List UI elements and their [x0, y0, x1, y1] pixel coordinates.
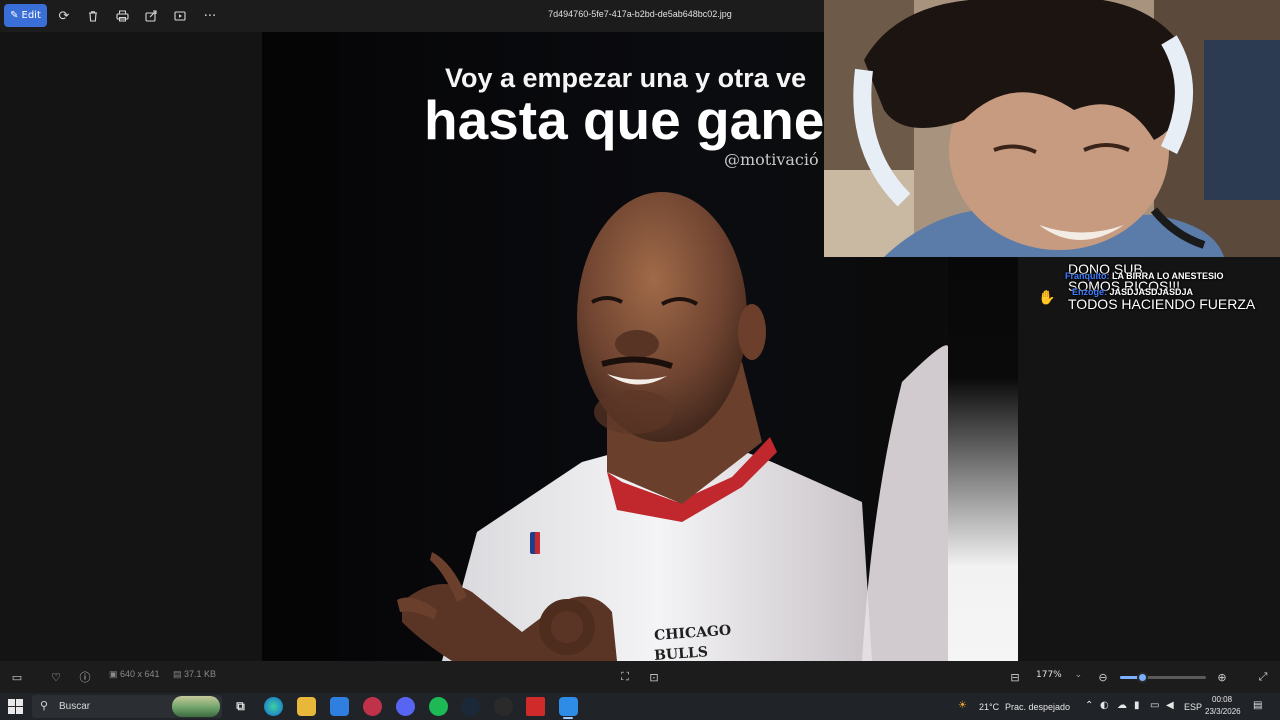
- windows-logo-icon: [8, 699, 15, 706]
- cloud-icon[interactable]: ☁: [1117, 700, 1127, 711]
- weather-icon[interactable]: ☀: [958, 700, 967, 711]
- fit-icon: ⛶: [621, 670, 629, 683]
- zoom-slider[interactable]: [1120, 672, 1206, 683]
- fullscreen-fit-button[interactable]: ⊟: [1007, 669, 1023, 685]
- slideshow-icon: [174, 11, 186, 21]
- zoom-dropdown[interactable]: 177% ⌄: [1036, 670, 1082, 680]
- tray-chevron-icon[interactable]: ⌃: [1085, 700, 1093, 711]
- delete-icon: [89, 11, 97, 22]
- filmstrip-icon: ▭: [11, 670, 23, 684]
- actual-size-button[interactable]: ⊡: [646, 669, 662, 685]
- obs-icon[interactable]: [494, 697, 513, 716]
- weather-description[interactable]: Prac. despejado: [1005, 702, 1070, 712]
- frame-icon: ⊟: [1010, 670, 1020, 684]
- share-icon: [145, 10, 157, 22]
- heart-icon: ♡: [51, 670, 61, 684]
- webcam-feed: [824, 0, 1280, 257]
- rotate-icon: ⟳: [58, 8, 70, 24]
- zoom-out-icon: ⊖: [1098, 670, 1108, 684]
- print-button[interactable]: [110, 4, 134, 28]
- more-button[interactable]: ···: [198, 4, 222, 28]
- file-explorer-icon[interactable]: [297, 697, 316, 716]
- task-view-icon: ⧉: [236, 699, 245, 713]
- info-icon: ⓘ: [79, 671, 91, 684]
- opera-icon[interactable]: [363, 697, 382, 716]
- notifications-icon[interactable]: ▤: [1253, 700, 1262, 711]
- photos-icon[interactable]: [559, 697, 578, 716]
- print-icon: [115, 10, 129, 22]
- stream-chat-overlay: DONO SUB SOMOS RICOS!!! TODOS HACIENDO F…: [1062, 261, 1280, 321]
- file-size: ▤ 37.1 KB: [173, 669, 216, 680]
- image-dimensions: ▣ 640 x 641: [109, 669, 160, 680]
- spotify-icon[interactable]: [429, 697, 448, 716]
- volume-icon[interactable]: ◀: [1166, 700, 1174, 711]
- zoom-in-button[interactable]: ⊕: [1214, 669, 1230, 685]
- chat-text: JASDJASDJASDJA: [1109, 287, 1194, 297]
- edge-icon[interactable]: [264, 697, 283, 716]
- clock-date[interactable]: 23/3/2026: [1205, 707, 1241, 716]
- task-view-button[interactable]: ⧉: [231, 697, 250, 716]
- watermark-handle: @motivació: [724, 150, 819, 169]
- favorite-button[interactable]: ♡: [48, 669, 64, 685]
- chevron-down-icon: ⌄: [1074, 670, 1083, 680]
- rotate-button[interactable]: ⟳: [52, 4, 76, 28]
- clock-time[interactable]: 00:08: [1212, 695, 1232, 704]
- search-highlight-image: [172, 696, 220, 717]
- chat-username: Enzoge:: [1072, 287, 1107, 297]
- taskbar-search[interactable]: ⚲ Buscar: [32, 695, 222, 718]
- chat-message: Enzoge: JASDJASDJASDJA: [1072, 287, 1193, 297]
- store-icon[interactable]: [330, 697, 349, 716]
- share-button[interactable]: [139, 4, 163, 28]
- zoom-slider-thumb[interactable]: [1136, 672, 1148, 683]
- bottom-info-bar: ▭ ♡ ⓘ ▣ 640 x 641 ▤ 37.1 KB ⛶ ⊡ ⊟ 177% ⌄: [0, 661, 1280, 693]
- language-indicator[interactable]: ESP: [1184, 702, 1202, 712]
- game-app-icon[interactable]: [526, 697, 545, 716]
- file-size-value: 37.1 KB: [184, 669, 217, 679]
- edit-icon: ✎: [10, 10, 19, 21]
- chat-message: Franquito: LA BIRRA LO ANESTESIO: [1065, 271, 1224, 281]
- dimensions-icon: ▣: [109, 669, 118, 679]
- discord-icon[interactable]: [396, 697, 415, 716]
- quote-line-2: hasta que gane: [424, 89, 825, 151]
- chat-username: Franquito:: [1065, 271, 1110, 281]
- weather-temp[interactable]: 21°C: [979, 702, 999, 712]
- streamer-webcam: [824, 0, 1280, 257]
- jersey-text-bulls: BULLS: [654, 644, 709, 661]
- zoom-out-button[interactable]: ⊖: [1095, 669, 1111, 685]
- tray-app-icon[interactable]: ◐: [1100, 700, 1109, 711]
- active-app-indicator: [563, 717, 573, 719]
- hand-cursor-icon: ✋: [1038, 290, 1056, 306]
- more-icon: ···: [203, 8, 217, 24]
- network-icon[interactable]: ▭: [1150, 700, 1159, 711]
- chat-text: LA BIRRA LO ANESTESIO: [1112, 271, 1224, 281]
- fit-to-window-button[interactable]: ⛶: [617, 669, 633, 685]
- search-icon: ⚲: [40, 699, 49, 712]
- windows-taskbar: ⚲ Buscar ⧉ ☀ 21°C Prac. despejado ⌃ ◐ ☁ …: [0, 693, 1280, 720]
- expand-button[interactable]: ⤢: [1255, 669, 1271, 685]
- info-button[interactable]: ⓘ: [77, 669, 93, 685]
- start-button[interactable]: [8, 699, 23, 714]
- expand-icon: ⤢: [1258, 670, 1268, 683]
- zoom-value: 177%: [1036, 670, 1062, 680]
- edit-button[interactable]: ✎ Edit: [4, 4, 47, 27]
- file-name: 7d494760-5fe7-417a-b2bd-de5ab648bc02.jpg: [548, 9, 732, 19]
- photos-app-window: ✎ Edit ⟳ ··· 7d494760-5fe7-417a-b2bd-de5…: [0, 0, 1280, 720]
- zoom-in-icon: ⊕: [1217, 670, 1227, 684]
- dimensions-value: 640 x 641: [120, 669, 160, 679]
- edit-label: Edit: [21, 10, 41, 21]
- actual-size-icon: ⊡: [649, 670, 659, 684]
- microphone-icon[interactable]: ▮: [1134, 700, 1140, 711]
- filmstrip-button[interactable]: ▭: [9, 669, 25, 685]
- chat-alert-line-3: TODOS HACIENDO FUERZA: [1068, 296, 1256, 312]
- file-size-icon: ▤: [173, 669, 182, 679]
- slideshow-button[interactable]: [168, 4, 192, 28]
- steam-icon[interactable]: [461, 697, 480, 716]
- delete-button[interactable]: [81, 4, 105, 28]
- search-label: Buscar: [59, 701, 91, 712]
